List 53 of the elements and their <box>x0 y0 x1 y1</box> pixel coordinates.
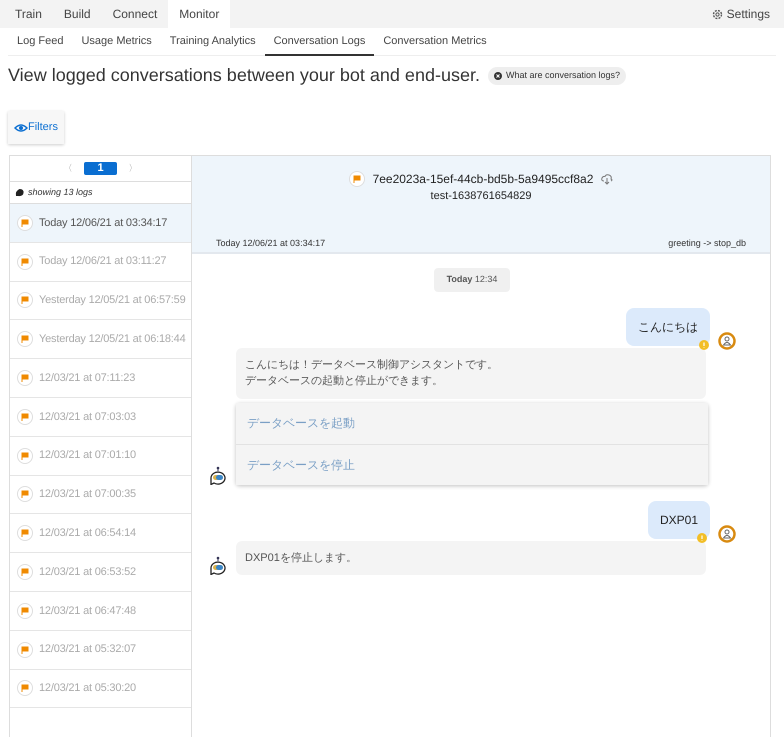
flag-icon <box>17 408 33 425</box>
cloud-download-icon <box>601 173 614 185</box>
conversation-date: Today 12/06/21 at 03:34:17 <box>216 236 326 250</box>
user-message: こんにちは <box>626 308 710 346</box>
close-icon <box>494 72 502 80</box>
flag-icon <box>17 564 33 580</box>
page-heading: View logged conversations between your bot and end-user. <box>8 65 480 87</box>
bot-avatar-icon <box>208 464 228 484</box>
flag-icon <box>17 254 33 270</box>
flag-icon <box>17 370 33 386</box>
flow-path: greeting -> stop_db <box>668 236 746 250</box>
next-page-button[interactable]: 〉 <box>124 162 142 176</box>
message-line: こんにちは！データベース制御アシスタントです。 <box>245 358 499 372</box>
conversation-id: 7ee2023a-15ef-44cb-bd5b-5a9495ccf8a2 <box>372 171 594 188</box>
user-avatar-icon <box>718 332 736 350</box>
tab[interactable]: Conversation Logs <box>264 28 374 56</box>
flag-icon <box>348 171 365 187</box>
chat-icon <box>15 188 24 197</box>
user-avatar-icon <box>718 524 736 542</box>
nav-tab[interactable]: Connect <box>102 0 168 28</box>
timestamp: Today 12:34 <box>434 268 510 292</box>
flag-icon <box>17 525 33 542</box>
filters-button[interactable]: Filters <box>8 111 64 144</box>
settings-icon <box>712 8 723 20</box>
quick-reply-button[interactable]: データベースを起動 <box>236 402 708 444</box>
flag-icon <box>17 680 33 696</box>
help-link[interactable]: What are conversation logs? <box>488 67 626 85</box>
log-item[interactable]: Today 12/06/21 at 03:34:17 <box>10 204 191 243</box>
tab[interactable]: Usage Metrics <box>72 28 161 56</box>
flag-icon <box>17 642 33 658</box>
flag-icon <box>17 292 33 308</box>
flag-icon <box>17 214 33 231</box>
tab[interactable]: Log Feed <box>8 28 72 56</box>
flag-icon <box>17 448 33 464</box>
settings-button[interactable]: Settings <box>698 0 784 28</box>
eye-icon <box>14 122 28 132</box>
message-line: DXP01を停止します。 <box>245 550 358 566</box>
message-line: データベースの起動と停止ができます。 <box>245 374 444 389</box>
flag-icon <box>17 602 33 619</box>
nav-tab[interactable]: Monitor <box>168 0 230 28</box>
bot-avatar-icon <box>208 555 228 575</box>
tab[interactable]: Training Analytics <box>160 28 265 56</box>
user-message: DXP01 <box>648 500 710 538</box>
nav-tab[interactable]: Train <box>4 0 53 28</box>
page-number: 1 <box>84 162 117 175</box>
flag-icon <box>17 331 33 348</box>
flag-icon <box>17 486 33 502</box>
log-count: showing 13 logs <box>28 186 93 199</box>
quick-reply-button[interactable]: データベースを停止 <box>236 444 708 484</box>
channel-name: test-1638761654829 <box>430 189 532 204</box>
nav-tab[interactable]: Build <box>52 0 102 28</box>
tab[interactable]: Conversation Metrics <box>374 28 496 56</box>
previous-page-button[interactable]: 〈 <box>59 162 76 176</box>
